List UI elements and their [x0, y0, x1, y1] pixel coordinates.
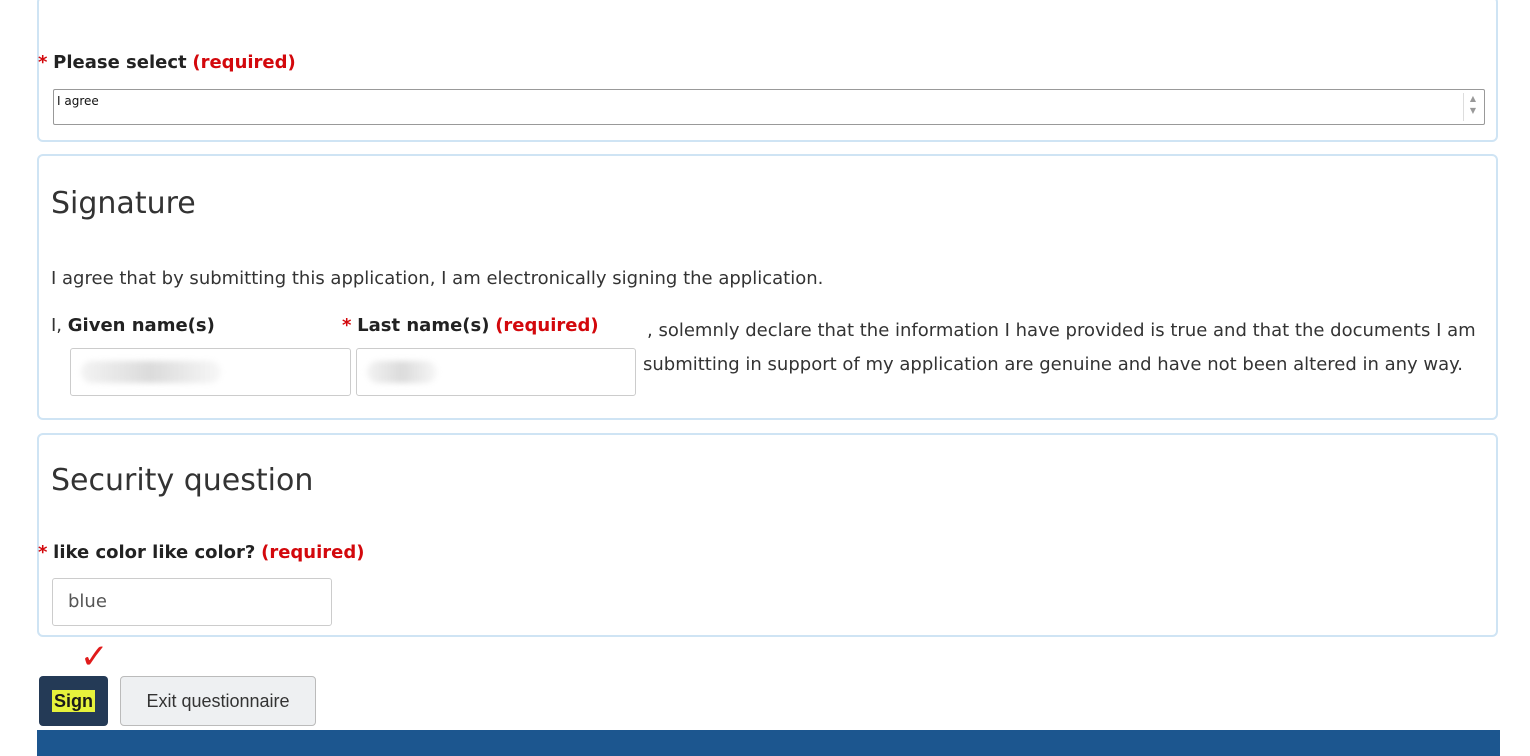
security-answer-value: blue: [68, 591, 107, 612]
signature-panel: Signature I agree that by submitting thi…: [37, 154, 1498, 420]
sign-button-label: Sign: [52, 689, 95, 712]
given-name-label: Given name(s): [67, 315, 215, 336]
signature-prefix: I,: [51, 315, 63, 336]
security-question-text: like color like color?: [53, 542, 256, 563]
given-name-label-row: I, Given name(s): [51, 315, 215, 336]
redacted-value: [81, 361, 221, 383]
footer-bar: [37, 730, 1500, 756]
last-name-label-row: * Last name(s) (required): [342, 315, 599, 336]
security-answer-input[interactable]: blue: [52, 578, 332, 626]
last-name-label: Last name(s): [357, 315, 490, 336]
checkmark-icon: ✓: [80, 637, 109, 677]
consent-field-label: * Please select (required): [38, 52, 296, 73]
exit-questionnaire-button[interactable]: Exit questionnaire: [120, 676, 316, 726]
security-question-label: * like color like color? (required): [38, 542, 365, 563]
signature-declaration: , solemnly declare that the information …: [643, 320, 1476, 375]
required-star: *: [38, 542, 48, 563]
consent-select[interactable]: I agree ▲ ▼: [53, 89, 1485, 125]
signature-heading: Signature: [51, 186, 196, 221]
consent-label: Please select: [53, 52, 187, 73]
security-question-heading: Security question: [51, 463, 314, 498]
given-name-input[interactable]: [70, 348, 351, 396]
required-indicator: (required): [495, 315, 599, 336]
required-star: *: [38, 52, 48, 73]
security-question-panel: Security question * like color like colo…: [37, 433, 1498, 637]
consent-selected-value: I agree: [57, 94, 99, 108]
last-name-input[interactable]: [356, 348, 636, 396]
consent-panel: * Please select (required) I agree ▲ ▼: [37, 0, 1498, 142]
required-star: *: [342, 315, 352, 336]
signature-statement: I agree that by submitting this applicat…: [51, 268, 824, 289]
required-indicator: (required): [261, 542, 365, 563]
required-indicator: (required): [192, 52, 296, 73]
sign-button[interactable]: Sign: [39, 676, 108, 726]
redacted-value: [367, 361, 437, 383]
spinner-arrows-icon[interactable]: ▲ ▼: [1463, 93, 1482, 121]
